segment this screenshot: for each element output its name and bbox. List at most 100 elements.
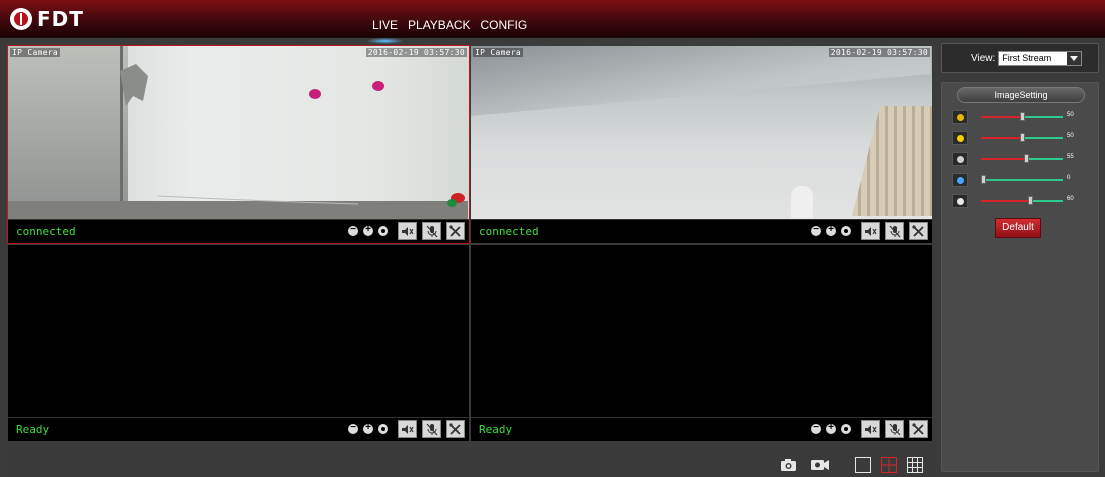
mic-button[interactable] [885, 420, 904, 438]
mic-button[interactable] [885, 222, 904, 240]
slider-thumb[interactable] [1023, 154, 1029, 163]
layout-2x2-icon[interactable] [881, 457, 897, 473]
slider-track[interactable] [981, 179, 1063, 181]
brand-logo-icon [10, 8, 32, 30]
zoom-in-icon[interactable]: + [363, 224, 373, 236]
whiteboard-marks [120, 64, 465, 207]
video-pane-2[interactable]: IP Camera 2016-02-19 03:57:30 connected … [470, 45, 933, 244]
slider-thumb[interactable] [1020, 133, 1025, 142]
image-slider-row: 50 [952, 131, 1092, 145]
video-pane-4[interactable]: Ready − + [470, 244, 933, 442]
slider-value: 0 [1067, 175, 1071, 181]
osd-timestamp: 2016-02-19 03:57:30 [365, 48, 467, 57]
slider-value: 50 [1067, 112, 1074, 118]
mute-button[interactable] [398, 420, 417, 438]
view-label: View: [971, 52, 996, 64]
pane-control-bar: Ready − + [8, 417, 469, 441]
camera-feed-2[interactable]: IP Camera 2016-02-19 03:57:30 [471, 46, 932, 219]
video-record-icon[interactable] [810, 458, 830, 472]
slider-value: 50 [1067, 133, 1074, 139]
tools-icon [912, 422, 924, 435]
zoom-in-icon[interactable]: + [363, 422, 373, 434]
sharpness-icon [952, 194, 968, 208]
camera-feed-4[interactable] [471, 245, 932, 417]
bottom-toolbar [7, 447, 933, 477]
settings-button[interactable] [909, 420, 928, 438]
camera-feed-3[interactable] [8, 245, 469, 417]
zoom-out-icon[interactable]: − [348, 224, 358, 236]
tools-icon [449, 422, 461, 435]
settings-button[interactable] [446, 222, 465, 240]
mic-off-icon [889, 423, 900, 435]
pane-control-bar: connected − + [8, 219, 469, 243]
camera-image [8, 46, 469, 219]
pane-control-bar: connected − + [471, 219, 932, 243]
record-icon[interactable] [378, 226, 388, 236]
default-button[interactable]: Default [995, 218, 1041, 238]
mic-off-icon [426, 423, 437, 435]
tools-icon [912, 224, 924, 237]
layout-3x3-icon[interactable] [907, 457, 923, 473]
record-icon[interactable] [841, 226, 851, 236]
view-selector: View: First Stream [941, 43, 1099, 73]
brand-logo: FDT [10, 7, 84, 31]
chevron-down-icon[interactable] [1067, 51, 1082, 65]
zoom-in-icon[interactable]: + [826, 422, 836, 434]
slider-track[interactable] [981, 200, 1063, 202]
image-slider-row: 0 [952, 173, 1092, 187]
stream-select[interactable]: First Stream [998, 50, 1083, 66]
settings-button[interactable] [446, 420, 465, 438]
zoom-out-icon[interactable]: − [811, 422, 821, 434]
record-icon[interactable] [378, 424, 388, 434]
stream-select-value: First Stream [1002, 53, 1052, 63]
mic-off-icon [889, 225, 900, 237]
mute-button[interactable] [398, 222, 417, 240]
connection-status: Ready [479, 423, 513, 436]
slider-thumb[interactable] [981, 175, 986, 184]
slider-value: 60 [1067, 196, 1074, 202]
image-slider-row: 50 [952, 110, 1092, 124]
mute-icon [865, 424, 877, 434]
mic-off-icon [426, 225, 437, 237]
image-setting-panel: ImageSetting 50 50 55 0 60 Default [941, 82, 1099, 472]
hue-icon [952, 173, 968, 187]
app-window: FDT LIVE PLAYBACK CONFIG IP Camera 2016-… [0, 0, 1105, 477]
snapshot-icon[interactable] [780, 458, 797, 472]
osd-timestamp: 2016-02-19 03:57:30 [828, 48, 930, 57]
nav-playback[interactable]: PLAYBACK [408, 18, 470, 32]
connection-status: connected [16, 225, 76, 238]
mute-icon [402, 226, 414, 236]
connection-status: connected [479, 225, 539, 238]
brightness-icon [952, 131, 968, 145]
nav-live[interactable]: LIVE [365, 18, 405, 44]
osd-camera-name: IP Camera [473, 48, 524, 57]
settings-button[interactable] [909, 222, 928, 240]
camera-image [471, 46, 932, 219]
image-slider-row: 55 [952, 152, 1092, 166]
zoom-out-icon[interactable]: − [811, 224, 821, 236]
mute-button[interactable] [861, 222, 880, 240]
nav-config[interactable]: CONFIG [481, 18, 528, 32]
mute-icon [402, 424, 414, 434]
mic-button[interactable] [422, 420, 441, 438]
video-pane-3[interactable]: Ready − + [7, 244, 470, 442]
slider-thumb[interactable] [1027, 196, 1033, 205]
mic-button[interactable] [422, 222, 441, 240]
slider-track[interactable] [981, 158, 1063, 160]
color-saturation-icon [952, 110, 968, 124]
slider-thumb[interactable] [1020, 112, 1025, 121]
header-bar: FDT LIVE PLAYBACK CONFIG [0, 0, 1105, 44]
zoom-out-icon[interactable]: − [348, 422, 358, 434]
mute-button[interactable] [861, 420, 880, 438]
image-slider-row: 60 [952, 194, 1092, 208]
layout-1x1-icon[interactable] [855, 457, 871, 473]
mute-icon [865, 226, 877, 236]
image-setting-tab[interactable]: ImageSetting [957, 87, 1085, 103]
camera-feed-1[interactable]: IP Camera 2016-02-19 03:57:30 [8, 46, 469, 219]
tools-icon [449, 224, 461, 237]
contrast-icon [952, 152, 968, 166]
zoom-in-icon[interactable]: + [826, 224, 836, 236]
video-pane-1[interactable]: IP Camera 2016-02-19 03:57:30 connected … [7, 45, 470, 244]
pane-control-bar: Ready − + [471, 417, 932, 441]
record-icon[interactable] [841, 424, 851, 434]
